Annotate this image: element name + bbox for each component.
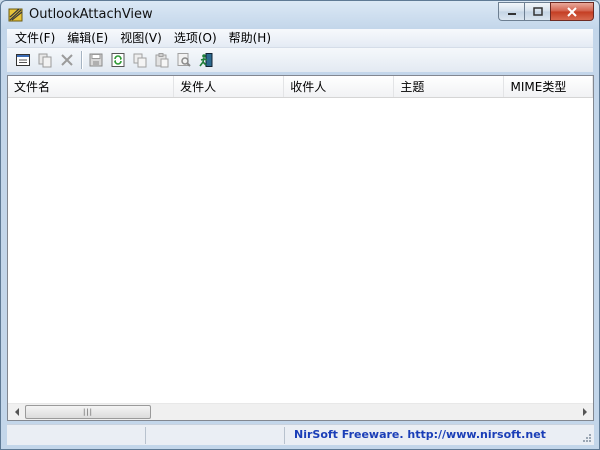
- exit-button[interactable]: [195, 49, 217, 71]
- copy-selected-button[interactable]: [34, 49, 56, 71]
- menu-edit[interactable]: 编辑(E): [61, 29, 114, 48]
- copy-icon: [133, 53, 147, 68]
- window-title: OutlookAttachView: [29, 7, 153, 22]
- copy-button[interactable]: [129, 49, 151, 71]
- menu-view[interactable]: 视图(V): [114, 29, 168, 48]
- paste-icon: [155, 53, 169, 68]
- toolbar-separator: [81, 51, 82, 69]
- column-header-mime-type[interactable]: MIME类型: [504, 76, 593, 97]
- grip-icon: |||: [82, 408, 94, 416]
- status-divider: [284, 427, 285, 444]
- horizontal-scrollbar[interactable]: |||: [8, 403, 593, 420]
- maximize-button[interactable]: [524, 2, 550, 21]
- attachments-list[interactable]: 文件名 发件人 收件人 主题 MIME类型 |||: [7, 75, 594, 421]
- status-bar: NirSoft Freeware. http://www.nirsoft.net: [7, 424, 594, 445]
- maximize-icon: [532, 7, 543, 16]
- nirsoft-link[interactable]: NirSoft Freeware. http://www.nirsoft.net: [294, 428, 546, 441]
- status-divider: [145, 427, 146, 444]
- menu-bar: 文件(F) 编辑(E) 视图(V) 选项(O) 帮助(H): [7, 29, 593, 48]
- save-button[interactable]: [85, 49, 107, 71]
- scroll-left-button[interactable]: [8, 404, 25, 420]
- column-header-sender[interactable]: 发件人: [174, 76, 285, 97]
- scrollbar-thumb[interactable]: |||: [25, 405, 151, 419]
- column-header-filename[interactable]: 文件名: [8, 76, 175, 97]
- resize-grip-icon[interactable]: [581, 432, 592, 443]
- properties-button[interactable]: [12, 49, 34, 71]
- refresh-icon: [111, 53, 125, 67]
- app-icon: [8, 8, 23, 22]
- menu-help[interactable]: 帮助(H): [223, 29, 277, 48]
- title-bar[interactable]: OutlookAttachView: [1, 1, 599, 29]
- toolbar: [7, 48, 593, 72]
- delete-icon: [61, 54, 73, 66]
- delete-button[interactable]: [56, 49, 78, 71]
- save-icon: [89, 53, 103, 67]
- list-header: 文件名 发件人 收件人 主题 MIME类型: [8, 76, 593, 98]
- menu-options[interactable]: 选项(O): [168, 29, 223, 48]
- app-window: OutlookAttachView 文件(F) 编辑(E) 视图(V) 选项(O…: [0, 0, 600, 450]
- minimize-icon: [507, 12, 516, 15]
- column-header-subject[interactable]: 主题: [394, 76, 505, 97]
- find-button[interactable]: [173, 49, 195, 71]
- refresh-button[interactable]: [107, 49, 129, 71]
- copy-selected-icon: [38, 53, 52, 68]
- menu-file[interactable]: 文件(F): [9, 29, 61, 48]
- arrow-left-icon: [14, 408, 19, 416]
- window-controls: [498, 2, 594, 22]
- close-icon: [567, 6, 577, 17]
- properties-icon: [16, 54, 30, 66]
- arrow-right-icon: [582, 408, 587, 416]
- scroll-right-button[interactable]: [576, 404, 593, 420]
- paste-button[interactable]: [151, 49, 173, 71]
- close-button[interactable]: [550, 2, 594, 21]
- exit-icon: [199, 53, 213, 67]
- column-header-recipient[interactable]: 收件人: [284, 76, 395, 97]
- minimize-button[interactable]: [498, 2, 524, 21]
- find-icon: [177, 53, 191, 67]
